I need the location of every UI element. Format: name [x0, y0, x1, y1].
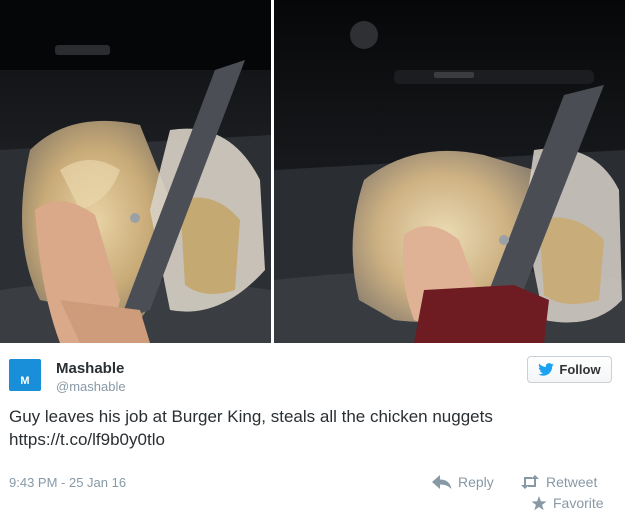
follow-button[interactable]: Follow	[527, 356, 612, 383]
tweet-timestamp[interactable]: 9:43 PM - 25 Jan 16	[9, 475, 126, 490]
retweet-label: Retweet	[546, 474, 598, 490]
user-handle[interactable]: @mashable	[56, 379, 126, 394]
avatar-letter: M	[20, 375, 30, 387]
retweet-icon	[521, 475, 539, 489]
photo-right[interactable]	[274, 0, 625, 343]
tweet-text: Guy leaves his job at Burger King, steal…	[9, 405, 609, 451]
twitter-bird-icon	[538, 363, 555, 376]
user-name[interactable]: Mashable	[56, 360, 124, 377]
reply-arrow-icon	[432, 475, 452, 489]
photo-left[interactable]	[0, 0, 271, 343]
tweet-text-line: Guy leaves his job at Burger King, steal…	[9, 407, 493, 426]
tweet-media	[0, 0, 625, 343]
reply-label: Reply	[458, 474, 494, 490]
star-icon	[531, 495, 547, 510]
tweet-link[interactable]: https://t.co/lf9b0y0tlo	[9, 428, 609, 451]
favorite-label: Favorite	[553, 495, 604, 511]
car-seat-nuggets-photo-right	[274, 0, 625, 343]
tweet-card: M Mashable @mashable Follow Guy leaves h…	[0, 343, 625, 512]
favorite-button[interactable]: Favorite	[531, 495, 604, 511]
reply-button[interactable]: Reply	[432, 474, 494, 490]
avatar[interactable]: M	[9, 359, 41, 391]
retweet-button[interactable]: Retweet	[520, 474, 597, 490]
follow-label: Follow	[559, 362, 601, 377]
car-seat-nuggets-photo-left	[0, 0, 271, 343]
